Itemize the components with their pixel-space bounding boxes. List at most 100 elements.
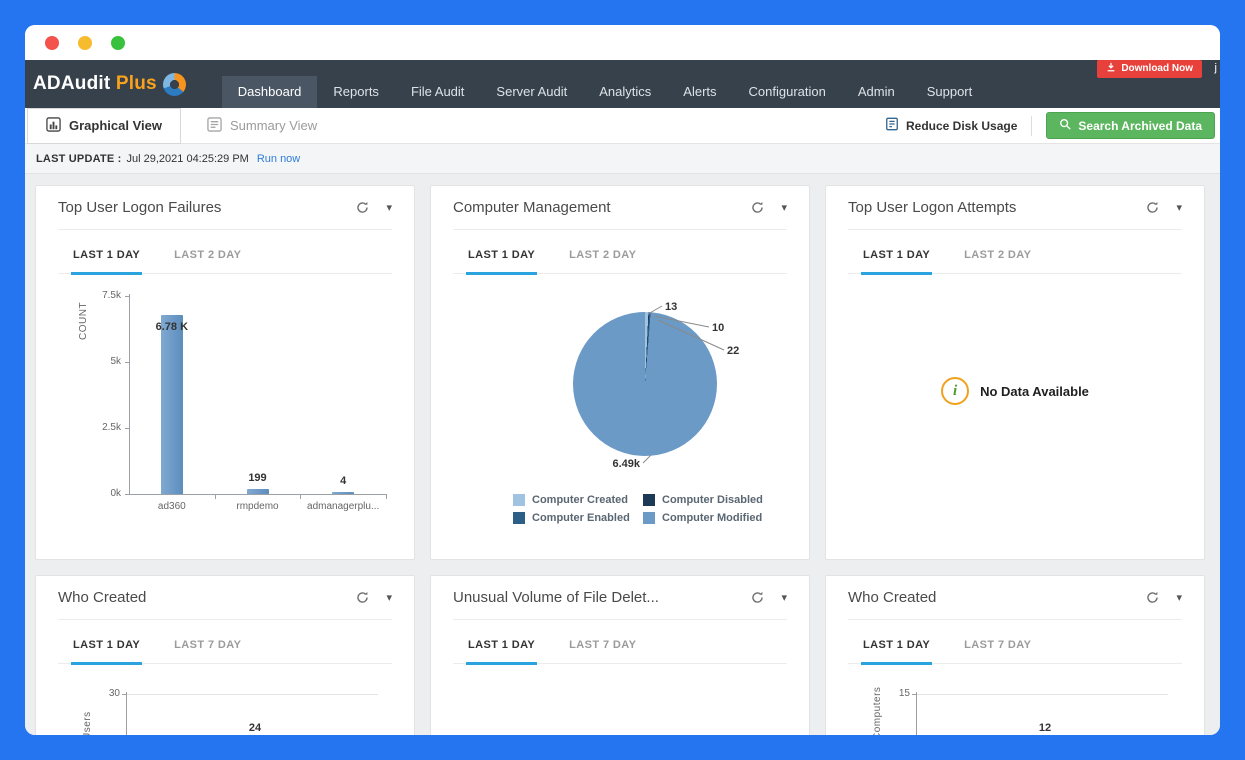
bar-admanagerplu-[interactable] bbox=[332, 492, 355, 494]
y-tick-label: 2.5k bbox=[102, 422, 121, 433]
range-tab[interactable]: LAST 1 DAY bbox=[71, 249, 143, 275]
refresh-icon[interactable] bbox=[1146, 591, 1159, 604]
range-tab[interactable]: LAST 1 DAY bbox=[466, 639, 538, 665]
card-title: Top User Logon Failures bbox=[58, 199, 222, 216]
dropdown-caret-icon[interactable]: ▾ bbox=[1176, 591, 1182, 604]
callout-line bbox=[642, 454, 652, 464]
last-update-timestamp: Jul 29,2021 04:25:29 PM bbox=[126, 152, 249, 165]
dashboard-card: Top User Logon Attempts ▾ LAST 1 DAY LAST 2… bbox=[825, 185, 1205, 560]
nav-item-configuration[interactable]: Configuration bbox=[733, 76, 842, 108]
range-tab[interactable]: LAST 2 DAY bbox=[567, 249, 638, 275]
range-tab[interactable]: LAST 1 DAY bbox=[71, 639, 143, 665]
range-tab[interactable]: LAST 2 DAY bbox=[962, 249, 1033, 275]
reduce-disk-usage-label: Reduce Disk Usage bbox=[906, 118, 1018, 133]
card-header: Unusual Volume of File Delet... ▾ bbox=[453, 576, 787, 620]
y-axis-line bbox=[129, 294, 130, 494]
no-data-wrap: i No Data Available bbox=[848, 274, 1182, 559]
graphical-view-label: Graphical View bbox=[69, 118, 162, 133]
card-chart: i No Data Available bbox=[848, 274, 1182, 559]
nav-item-dashboard[interactable]: Dashboard bbox=[221, 76, 318, 108]
dropdown-caret-icon[interactable]: ▾ bbox=[386, 201, 392, 214]
legend-item: Computer Created bbox=[513, 494, 628, 506]
y-tick-label: 30 bbox=[108, 688, 120, 699]
range-tab[interactable]: LAST 1 DAY bbox=[466, 249, 538, 275]
dropdown-caret-icon[interactable]: ▾ bbox=[781, 201, 787, 214]
card-range-tabs: LAST 1 DAY LAST 7 DAY bbox=[58, 620, 392, 665]
legend-item: Computer Enabled bbox=[513, 512, 630, 524]
card-actions: ▾ bbox=[1146, 591, 1182, 604]
nav-item-file-audit[interactable]: File Audit bbox=[395, 76, 480, 108]
minimize-button[interactable] bbox=[78, 35, 92, 50]
logo-swirl-icon bbox=[162, 72, 186, 96]
legend-swatch bbox=[513, 512, 525, 524]
logo-text: ADAudit Plus bbox=[33, 73, 157, 94]
dashboard-grid: Top User Logon Failures ▾ LAST 1 DAY LAST 2… bbox=[35, 185, 1205, 735]
y-axis-line bbox=[916, 692, 917, 735]
slice-value-label: 6.49k bbox=[612, 458, 640, 470]
dropdown-caret-icon[interactable]: ▾ bbox=[1176, 201, 1182, 214]
nav-item-alerts[interactable]: Alerts bbox=[667, 76, 732, 108]
navbar-truncated-text: j bbox=[1214, 62, 1217, 74]
card-chart bbox=[453, 664, 787, 735]
refresh-icon[interactable] bbox=[751, 201, 764, 214]
bar-ad360[interactable] bbox=[160, 315, 183, 494]
refresh-icon[interactable] bbox=[356, 591, 369, 604]
pie-chart[interactable] bbox=[573, 312, 717, 456]
card-header: Top User Logon Attempts ▾ bbox=[848, 186, 1182, 230]
card-actions: ▾ bbox=[751, 201, 787, 214]
disk-icon bbox=[885, 117, 899, 134]
titlebar bbox=[25, 25, 1220, 60]
reduce-disk-usage-button[interactable]: Reduce Disk Usage bbox=[885, 117, 1017, 134]
y-tick-label: 15 bbox=[898, 688, 910, 699]
card-title: Computer Management bbox=[453, 199, 611, 216]
dropdown-caret-icon[interactable]: ▾ bbox=[781, 591, 787, 604]
slice-value-label: 13 bbox=[665, 301, 677, 313]
refresh-icon[interactable] bbox=[1146, 201, 1159, 214]
card-header: Who Created ▾ bbox=[848, 576, 1182, 620]
last-update-bar: LAST UPDATE : Jul 29,2021 04:25:29 PM Ru… bbox=[25, 144, 1220, 174]
bar-value-label: 12 bbox=[1038, 722, 1052, 734]
tab-graphical-view[interactable]: Graphical View bbox=[27, 107, 181, 144]
dashboard-card: Who Created ▾ LAST 1 DAY LAST 7 DAY Users 30 2… bbox=[35, 575, 415, 735]
x-tick-mark bbox=[300, 494, 302, 499]
card-range-tabs: LAST 1 DAY LAST 7 DAY bbox=[453, 620, 787, 665]
nav-item-server-audit[interactable]: Server Audit bbox=[480, 76, 583, 108]
range-tab[interactable]: LAST 1 DAY bbox=[861, 639, 933, 665]
card-title: Top User Logon Attempts bbox=[848, 199, 1017, 216]
nav-item-support[interactable]: Support bbox=[911, 76, 989, 108]
refresh-icon[interactable] bbox=[356, 201, 369, 214]
card-title: Unusual Volume of File Delet... bbox=[453, 589, 659, 606]
legend-swatch bbox=[643, 512, 655, 524]
tab-summary-view[interactable]: Summary View bbox=[189, 108, 335, 144]
download-now-button[interactable]: Download Now bbox=[1097, 60, 1202, 78]
refresh-icon[interactable] bbox=[751, 591, 764, 604]
card-actions: ▾ bbox=[751, 591, 787, 604]
close-button[interactable] bbox=[45, 35, 59, 50]
nav-item-admin[interactable]: Admin bbox=[842, 76, 911, 108]
run-now-link[interactable]: Run now bbox=[257, 153, 300, 165]
dropdown-caret-icon[interactable]: ▾ bbox=[386, 591, 392, 604]
download-label: Download Now bbox=[1121, 63, 1193, 74]
card-header: Computer Management ▾ bbox=[453, 186, 787, 230]
range-tab[interactable]: LAST 1 DAY bbox=[861, 249, 933, 275]
range-tab[interactable]: LAST 2 DAY bbox=[172, 249, 243, 275]
nav-item-analytics[interactable]: Analytics bbox=[583, 76, 667, 108]
range-tab[interactable]: LAST 7 DAY bbox=[567, 639, 638, 665]
card-chart: COUNT 7.5k 5k 2.5k 0k 6.78 K ad360 199 rmpdemo 4 a… bbox=[58, 274, 392, 559]
range-tab[interactable]: LAST 7 DAY bbox=[172, 639, 243, 665]
bar-value-label: 4 bbox=[340, 475, 347, 487]
zoom-button[interactable] bbox=[111, 35, 125, 50]
bar-value-label: 24 bbox=[248, 722, 262, 734]
card-chart: Users 30 24 bbox=[58, 664, 392, 735]
search-archived-data-button[interactable]: Search Archived Data bbox=[1046, 112, 1215, 139]
legend-label: Computer Enabled bbox=[532, 512, 630, 524]
card-chart: Computers 15 12 bbox=[848, 664, 1182, 735]
app-logo[interactable]: ADAudit Plus bbox=[33, 60, 186, 108]
bar-value-label: 6.78 K bbox=[155, 321, 189, 333]
x-tick-mark bbox=[386, 494, 387, 499]
bar-rmpdemo[interactable] bbox=[246, 489, 269, 494]
x-category-label: ad360 bbox=[157, 501, 186, 512]
card-range-tabs: LAST 1 DAY LAST 7 DAY bbox=[848, 620, 1182, 665]
range-tab[interactable]: LAST 7 DAY bbox=[962, 639, 1033, 665]
nav-item-reports[interactable]: Reports bbox=[317, 76, 395, 108]
